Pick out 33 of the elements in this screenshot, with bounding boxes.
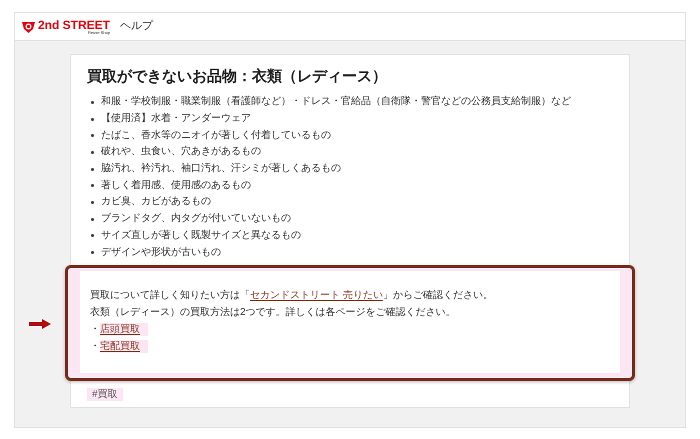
list-item: ブランドタグ、内タグが付いていないもの bbox=[101, 214, 291, 224]
bullet-icon bbox=[91, 184, 94, 188]
bullet-icon bbox=[91, 218, 94, 221]
logo-icon bbox=[22, 20, 35, 32]
header-title: ヘルプ bbox=[120, 18, 154, 34]
tag[interactable]: #買取 bbox=[87, 388, 123, 401]
link[interactable]: セカンドストリート 売りたい bbox=[250, 290, 383, 301]
list-item: 【使用済】水着・アンダーウェア bbox=[101, 114, 251, 124]
bullet-icon bbox=[91, 118, 94, 121]
list-item: 破れや、虫食い、穴あきがあるもの bbox=[101, 147, 261, 158]
bullet-icon bbox=[91, 100, 94, 104]
list-item: 脇汚れ、衿汚れ、袖口汚れ、汗シミが著しくあるもの bbox=[101, 164, 341, 174]
list-item: デザインや形状が古いもの bbox=[101, 248, 221, 258]
list-item: 和服・学校制服・職業制服（看護師など）・ドレス・官給品（自衛隊・警官などの公務員支給制服）など bbox=[101, 97, 571, 108]
bullet-text: ・ bbox=[90, 322, 100, 336]
bullet-icon bbox=[91, 234, 94, 238]
article-title: 買取ができないお品物：衣類（レディース） bbox=[87, 67, 388, 87]
list-item: たばこ、香水等のニオイが著しく付着しているもの bbox=[101, 130, 331, 141]
list-item: 著しく着用感、使用感のあるもの bbox=[101, 180, 251, 191]
list-item: カビ臭、カビがあるもの bbox=[101, 197, 211, 208]
bullet-icon bbox=[91, 251, 94, 254]
notice-text: 衣類（レディース）の買取方法は2つです。詳しくは各ページをご確認ください。 bbox=[90, 306, 457, 319]
link[interactable]: 店頭買取 bbox=[100, 322, 148, 336]
bullet-text: ・ bbox=[90, 340, 100, 353]
logo-text[interactable]: 2nd STREET bbox=[38, 18, 110, 30]
bullet-icon bbox=[91, 168, 94, 171]
notice-text: 買取について詳しく知りたい方は「セカンドストリート 売りたい」からご確認ください。 bbox=[90, 288, 494, 302]
link[interactable]: 宅配買取 bbox=[100, 340, 148, 353]
arrow-icon bbox=[29, 318, 51, 329]
bullet-icon bbox=[91, 134, 94, 138]
bullet-icon bbox=[91, 200, 94, 204]
list-item: サイズ直しが著しく既製サイズと異なるもの bbox=[101, 230, 301, 241]
bullet-icon bbox=[91, 150, 94, 154]
